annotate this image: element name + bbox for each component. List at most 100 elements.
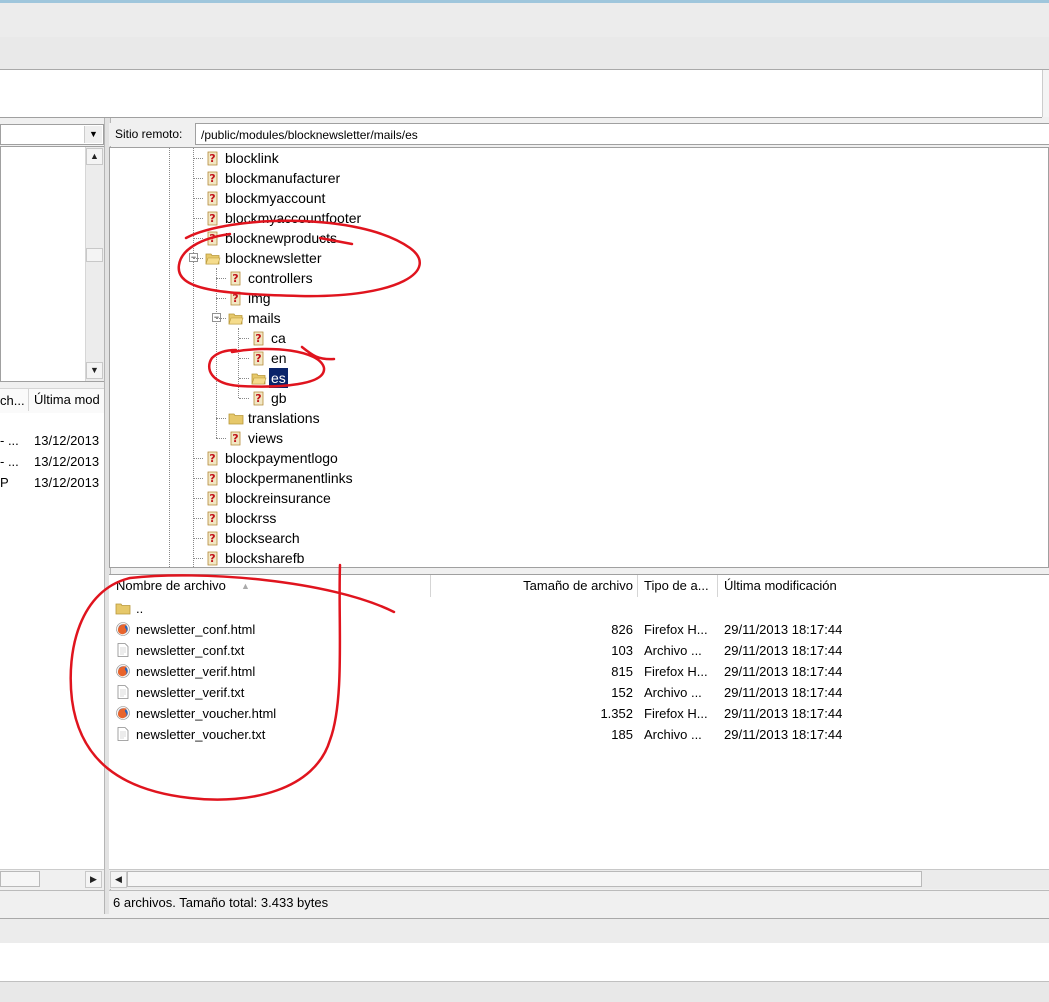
tree-item-label: gb <box>271 390 287 406</box>
list-item[interactable]: - ... 13/12/2013 <box>0 454 104 475</box>
table-row[interactable]: newsletter_voucher.html 1.352 Firefox H...… <box>109 703 1049 724</box>
file-modified: 29/11/2013 18:17:44 <box>724 706 843 721</box>
firefox-html-icon <box>116 706 130 720</box>
local-row-modified: 13/12/2013 <box>34 454 100 469</box>
tree-guide-line <box>193 538 203 539</box>
list-item[interactable]: - ... 13/12/2013 <box>0 433 104 454</box>
unknown-folder-icon: ? <box>207 151 218 166</box>
tree-item-label: blocknewsletter <box>225 250 322 266</box>
unknown-folder-icon: ? <box>207 231 218 246</box>
scroll-thumb[interactable] <box>127 871 922 887</box>
unknown-folder-icon: ? <box>207 471 218 486</box>
table-row[interactable]: newsletter_conf.txt 103 Archivo ... 29/11/2… <box>109 640 1049 661</box>
svg-text:?: ? <box>209 472 215 485</box>
col-modified[interactable]: Última modificación <box>718 575 1049 597</box>
unknown-folder-icon: ? <box>230 431 241 446</box>
file-name: newsletter_voucher.txt <box>136 727 266 742</box>
tree-item-label: blockrss <box>225 510 277 526</box>
local-path-combobox[interactable]: ▼ <box>0 124 104 145</box>
remote-file-list[interactable]: .. newsletter_conf.html 826 Firefox H... 29… <box>109 597 1049 869</box>
svg-text:?: ? <box>209 492 215 505</box>
file-modified: 29/11/2013 18:17:44 <box>724 622 843 637</box>
local-col-modified[interactable]: Última mod <box>28 389 100 411</box>
remote-site-label: Sitio remoto: <box>115 127 183 141</box>
file-name: newsletter_voucher.html <box>136 706 277 721</box>
file-name: newsletter_verif.txt <box>136 685 245 700</box>
dropdown-arrow-icon[interactable]: ▼ <box>84 126 102 143</box>
table-row[interactable]: newsletter_verif.html 815 Firefox H... 29/1… <box>109 661 1049 682</box>
file-name: newsletter_conf.html <box>136 622 256 637</box>
text-file-icon <box>117 727 129 741</box>
svg-text:?: ? <box>209 172 215 185</box>
svg-text:?: ? <box>209 552 215 565</box>
firefox-html-icon <box>116 622 130 636</box>
tree-guide-line <box>193 498 203 499</box>
local-col-type[interactable]: ch... <box>0 393 25 408</box>
svg-text:?: ? <box>232 292 238 305</box>
folder-icon <box>228 413 244 425</box>
local-directory-tree[interactable]: ▲ ▼ <box>0 146 104 382</box>
tree-guide-line <box>193 478 203 479</box>
tree-item-label: ca <box>271 330 286 346</box>
remote-status-text: 6 archivos. Tamaño total: 3.433 bytes <box>113 895 329 910</box>
tree-item-label: blockreinsurance <box>225 490 331 506</box>
scroll-thumb[interactable] <box>0 871 40 887</box>
scroll-thumb[interactable] <box>86 248 103 262</box>
tree-item-label: blocksearch <box>225 530 300 546</box>
remote-path-field[interactable]: /public/modules/blocknewsletter/mails/es <box>195 123 1049 145</box>
table-row[interactable]: newsletter_conf.html 826 Firefox H... 29/11… <box>109 619 1049 640</box>
file-modified: 29/11/2013 18:17:44 <box>724 685 843 700</box>
scroll-down-icon[interactable]: ▼ <box>86 362 103 379</box>
tree-guide-line <box>193 518 203 519</box>
tree-guide-line <box>239 358 249 359</box>
table-row[interactable]: newsletter_verif.txt 152 Archivo ... 29/11/… <box>109 682 1049 703</box>
remote-horizontal-scrollbar[interactable]: ◀ <box>109 869 1049 889</box>
list-item[interactable]: P 13/12/2013 <box>0 475 104 496</box>
tree-guide-line <box>239 378 249 379</box>
col-filename[interactable]: Nombre de archivo ▲ <box>109 575 431 597</box>
file-type: Firefox H... <box>644 622 708 637</box>
local-horizontal-scrollbar[interactable]: ▶ <box>0 869 104 889</box>
remote-directory-tree[interactable]: − − ? blocklink? blockmanufacturer? blockmy… <box>109 147 1049 568</box>
table-row[interactable]: .. <box>109 598 1049 619</box>
local-row-type: - ... <box>0 454 19 469</box>
tree-guide-line <box>216 438 226 439</box>
svg-text:?: ? <box>232 272 238 285</box>
tree-guide-line <box>216 278 226 279</box>
scroll-up-icon[interactable]: ▲ <box>86 148 103 165</box>
transfer-queue[interactable] <box>0 943 1049 981</box>
scroll-right-icon[interactable]: ▶ <box>85 871 102 888</box>
file-size: 185 <box>611 727 633 742</box>
svg-text:?: ? <box>232 432 238 445</box>
local-file-list[interactable]: - ... 13/12/2013 - ... 13/12/2013 P 13/1… <box>0 413 104 869</box>
remote-list-header: Nombre de archivo ▲ Tamaño de archivo Ti… <box>109 574 1049 598</box>
text-file-icon <box>117 643 129 657</box>
tree-guide-line <box>239 398 249 399</box>
tree-guide-line <box>216 268 217 438</box>
tree-guide-line <box>193 558 203 559</box>
open-folder-icon <box>251 373 267 385</box>
tree-item-label: translations <box>248 410 320 426</box>
remote-status-bar: 6 archivos. Tamaño total: 3.433 bytes <box>109 890 1049 915</box>
message-log-scrollbar[interactable] <box>1042 70 1049 117</box>
col-type[interactable]: Tipo de a... <box>638 575 718 597</box>
file-type: Firefox H... <box>644 706 708 721</box>
tree-guide-line <box>239 338 249 339</box>
tree-item-label: en <box>271 350 287 366</box>
tree-item-label: blocksharefb <box>225 550 305 566</box>
scroll-left-icon[interactable]: ◀ <box>110 871 127 888</box>
unknown-folder-icon: ? <box>253 391 264 406</box>
tree-guide-line <box>216 298 226 299</box>
local-row-type: P <box>0 475 9 490</box>
table-row[interactable]: newsletter_voucher.txt 185 Archivo ... 29/1… <box>109 724 1049 745</box>
local-list-header: ch... Última mod <box>0 388 104 414</box>
tree-item-label: es <box>269 368 288 388</box>
file-size: 1.352 <box>600 706 633 721</box>
file-name: newsletter_conf.txt <box>136 643 245 658</box>
tree-guide-line <box>193 218 203 219</box>
app-status-line <box>0 981 1049 1002</box>
local-tree-scrollbar[interactable]: ▲ ▼ <box>85 147 104 381</box>
col-size[interactable]: Tamaño de archivo <box>431 575 638 597</box>
tree-item-label: blockpaymentlogo <box>225 450 338 466</box>
file-type: Archivo ... <box>644 685 702 700</box>
